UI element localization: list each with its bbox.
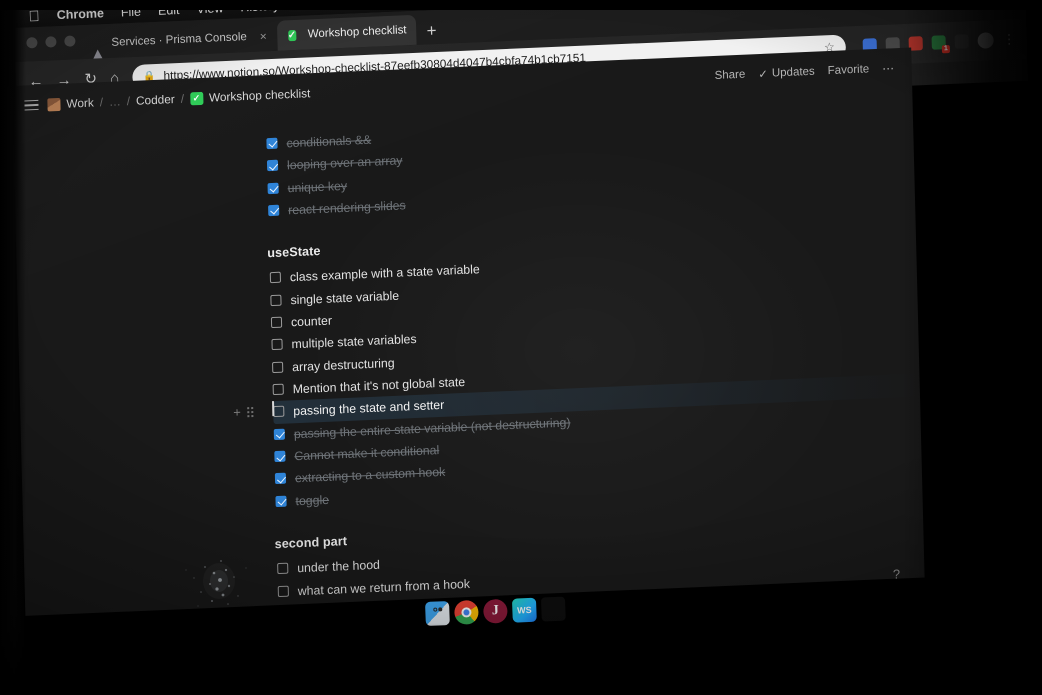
favorite-button[interactable]: Favorite <box>828 63 870 77</box>
todo-checkbox[interactable] <box>278 607 290 616</box>
apple-menu-icon[interactable]:  <box>28 7 40 24</box>
todo-label: conditionals && <box>286 132 372 151</box>
todo-checkbox[interactable] <box>272 383 284 396</box>
avatar[interactable] <box>977 32 994 49</box>
laptop-screen:  Chrome File Edit View History Bookmark… <box>0 0 1042 695</box>
minimize-window-button[interactable] <box>45 36 57 48</box>
dock-item-jetbrains-toolbox[interactable]: J <box>482 598 508 624</box>
dock-item-google-chrome[interactable] <box>453 599 479 625</box>
todo-checkbox[interactable] <box>273 428 285 440</box>
menubar-item-history[interactable]: History <box>240 0 279 14</box>
menubar-item-help[interactable]: Help <box>493 0 519 4</box>
updates-label: Updates <box>771 65 815 80</box>
breadcrumb-separator: / <box>126 93 131 109</box>
breadcrumb-item-ellipsis[interactable]: … <box>109 94 121 109</box>
updates-button[interactable]: ✓ Updates <box>758 65 815 81</box>
notion-web-clipper-extension-icon[interactable]: 1 <box>931 35 951 54</box>
breadcrumb-separator: / <box>99 95 104 110</box>
todo-checkbox[interactable] <box>269 272 282 284</box>
todo-checkbox[interactable] <box>266 160 279 172</box>
todo-checkbox[interactable] <box>273 406 285 418</box>
breadcrumb: Work / … / Codder / ✓ Workshop checklist <box>47 86 310 111</box>
menubar-item-bookmarks[interactable]: Bookmarks <box>296 0 359 12</box>
browser-tab-title: Services · Prisma Console <box>111 31 247 49</box>
notion-content-column: conditionals && looping over an array un… <box>13 106 924 616</box>
todo-checkbox[interactable] <box>274 473 287 485</box>
todo-label: unique key <box>287 178 348 195</box>
text-cursor <box>272 401 274 417</box>
block-hover-controls: + <box>233 403 254 422</box>
breadcrumb-item-codder[interactable]: Codder <box>136 92 175 108</box>
todo-label: multiple state variables <box>291 332 417 352</box>
green-check-favicon: ✓ <box>287 29 297 41</box>
breadcrumb-item-work[interactable]: Work <box>66 96 94 111</box>
todo-checkbox[interactable] <box>275 495 287 507</box>
share-button[interactable]: Share <box>714 69 745 82</box>
screenshot-extension-icon[interactable] <box>954 34 969 49</box>
todo-label: array destructuring <box>291 355 395 375</box>
todo-checkbox[interactable] <box>266 137 278 150</box>
notion-app: Work / … / Codder / ✓ Workshop checklist… <box>12 47 925 616</box>
todo-checkbox[interactable] <box>272 361 284 373</box>
window-controls <box>26 35 76 49</box>
notion-page-actions: Share ✓ Updates Favorite ⋯ <box>714 61 895 83</box>
todo-label: under the hood <box>297 557 381 576</box>
prisma-favicon <box>91 36 104 60</box>
dock-item-trash[interactable] <box>540 596 566 622</box>
todo-checkbox[interactable] <box>274 450 286 463</box>
browser-tab-title: Workshop checklist <box>307 24 407 41</box>
menubar-item-file[interactable]: File <box>121 5 142 20</box>
close-window-button[interactable] <box>26 37 38 49</box>
todo-label: Cannot make it conditional <box>294 443 440 464</box>
menubar-item-people[interactable]: People <box>375 0 414 9</box>
todo-checkbox[interactable] <box>268 204 280 217</box>
todo-checkbox[interactable] <box>277 562 289 575</box>
todo-checkbox[interactable] <box>267 182 279 194</box>
breadcrumb-item-workshop-checklist[interactable]: Workshop checklist <box>209 86 311 104</box>
menubar-item-chrome[interactable]: Chrome <box>56 6 104 22</box>
zoom-window-button[interactable] <box>64 35 76 47</box>
plus-icon[interactable]: + <box>233 404 241 422</box>
menubar-item-window[interactable]: Window <box>431 0 476 6</box>
check-icon: ✓ <box>758 68 769 82</box>
todo-label: toggle <box>295 492 330 509</box>
todo-label: react rendering slides <box>288 198 406 218</box>
breadcrumb-separator: / <box>180 91 185 106</box>
macos-dock: J WS <box>425 596 566 626</box>
todo-label: looping over an array <box>286 153 403 173</box>
green-check-emoji-icon: ✓ <box>189 91 204 105</box>
chrome-menu-icon[interactable]: ⋮ <box>1002 31 1016 48</box>
todo-label: single state variable <box>290 288 400 308</box>
todo-checkbox[interactable] <box>270 316 283 329</box>
todo-checkbox[interactable] <box>271 339 283 351</box>
new-tab-button[interactable]: + <box>416 21 446 45</box>
todo-checkbox[interactable] <box>270 294 282 306</box>
todo-checkbox[interactable] <box>277 585 289 597</box>
ellipsis-icon[interactable]: ⋯ <box>882 61 896 76</box>
help-button[interactable]: ? <box>886 564 906 585</box>
hamburger-menu-icon[interactable] <box>24 99 39 111</box>
menubar-item-view[interactable]: View <box>196 1 223 16</box>
screen-photo:  Chrome File Edit View History Bookmark… <box>0 0 1042 695</box>
menubar-item-edit[interactable]: Edit <box>158 3 180 18</box>
todo-label: counter <box>290 313 333 330</box>
work-emoji-icon <box>47 97 61 111</box>
notion-page-body: conditionals && looping over an array un… <box>13 88 925 616</box>
browser-tab-workshop-checklist[interactable]: ✓ Workshop checklist <box>276 14 417 51</box>
drag-handle-icon[interactable] <box>246 407 254 418</box>
dock-item-finder[interactable] <box>425 601 450 626</box>
extension-badge-count: 1 <box>941 45 951 54</box>
dock-item-webstorm[interactable]: WS <box>511 597 537 623</box>
close-tab-icon[interactable]: × <box>260 29 267 43</box>
